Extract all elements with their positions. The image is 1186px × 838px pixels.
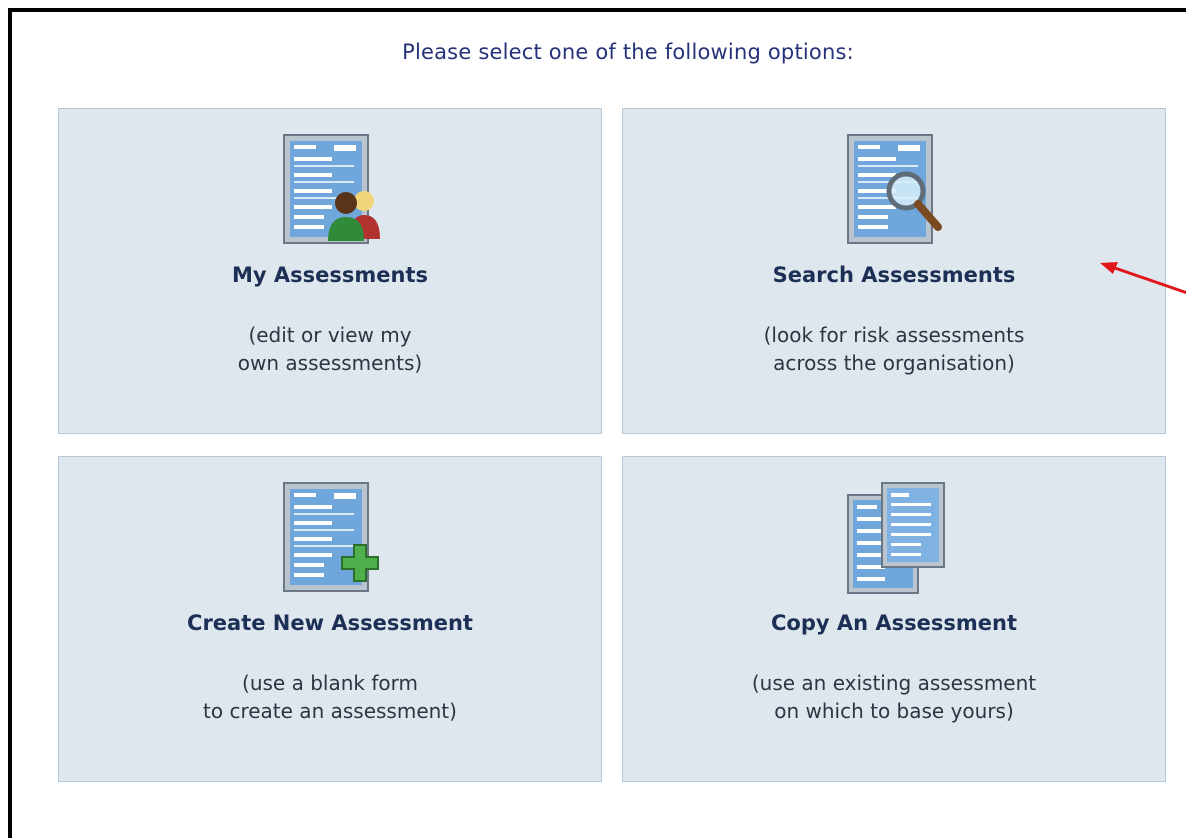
copy-an-assessment-option[interactable]: Copy An Assessment (use an existing asse… [622,456,1166,782]
assessment-copy-icon [847,482,945,594]
create-new-assessment-option[interactable]: Create New Assessment (use a blank form … [58,456,602,782]
option-description-line: own assessments) [237,351,423,375]
option-description-line: to create an assessment) [203,699,457,723]
my-assessments-option[interactable]: My Assessments (edit or view my own asse… [58,108,602,434]
option-description-line: (use an existing assessment [751,671,1037,695]
option-title: My Assessments [231,263,428,287]
search-assessments-option[interactable]: Search Assessments (look for risk assess… [622,108,1166,434]
page-prompt: Please select one of the following optio… [402,40,854,64]
option-description-line: on which to base yours) [774,699,1014,723]
assessment-search-icon [847,134,942,244]
option-description-line: (use a blank form [242,671,418,695]
assessment-users-icon [283,134,380,244]
option-description-line: (edit or view my [248,323,412,347]
annotation-arrow-icon [1100,262,1186,295]
option-description: (edit or view my own assessments) [59,321,601,377]
option-description: (use an existing assessment on which to … [623,669,1165,725]
option-title: Create New Assessment [187,611,473,635]
option-title: Copy An Assessment [771,611,1017,635]
option-description-line: across the organisation) [773,351,1015,375]
assessment-add-icon [283,482,379,592]
page-frame: Please select one of the following optio… [8,8,1186,838]
option-description: (look for risk assessments across the or… [623,321,1165,377]
option-description-line: (look for risk assessments [763,323,1025,347]
option-title: Search Assessments [772,263,1016,287]
option-description: (use a blank form to create an assessmen… [59,669,601,725]
